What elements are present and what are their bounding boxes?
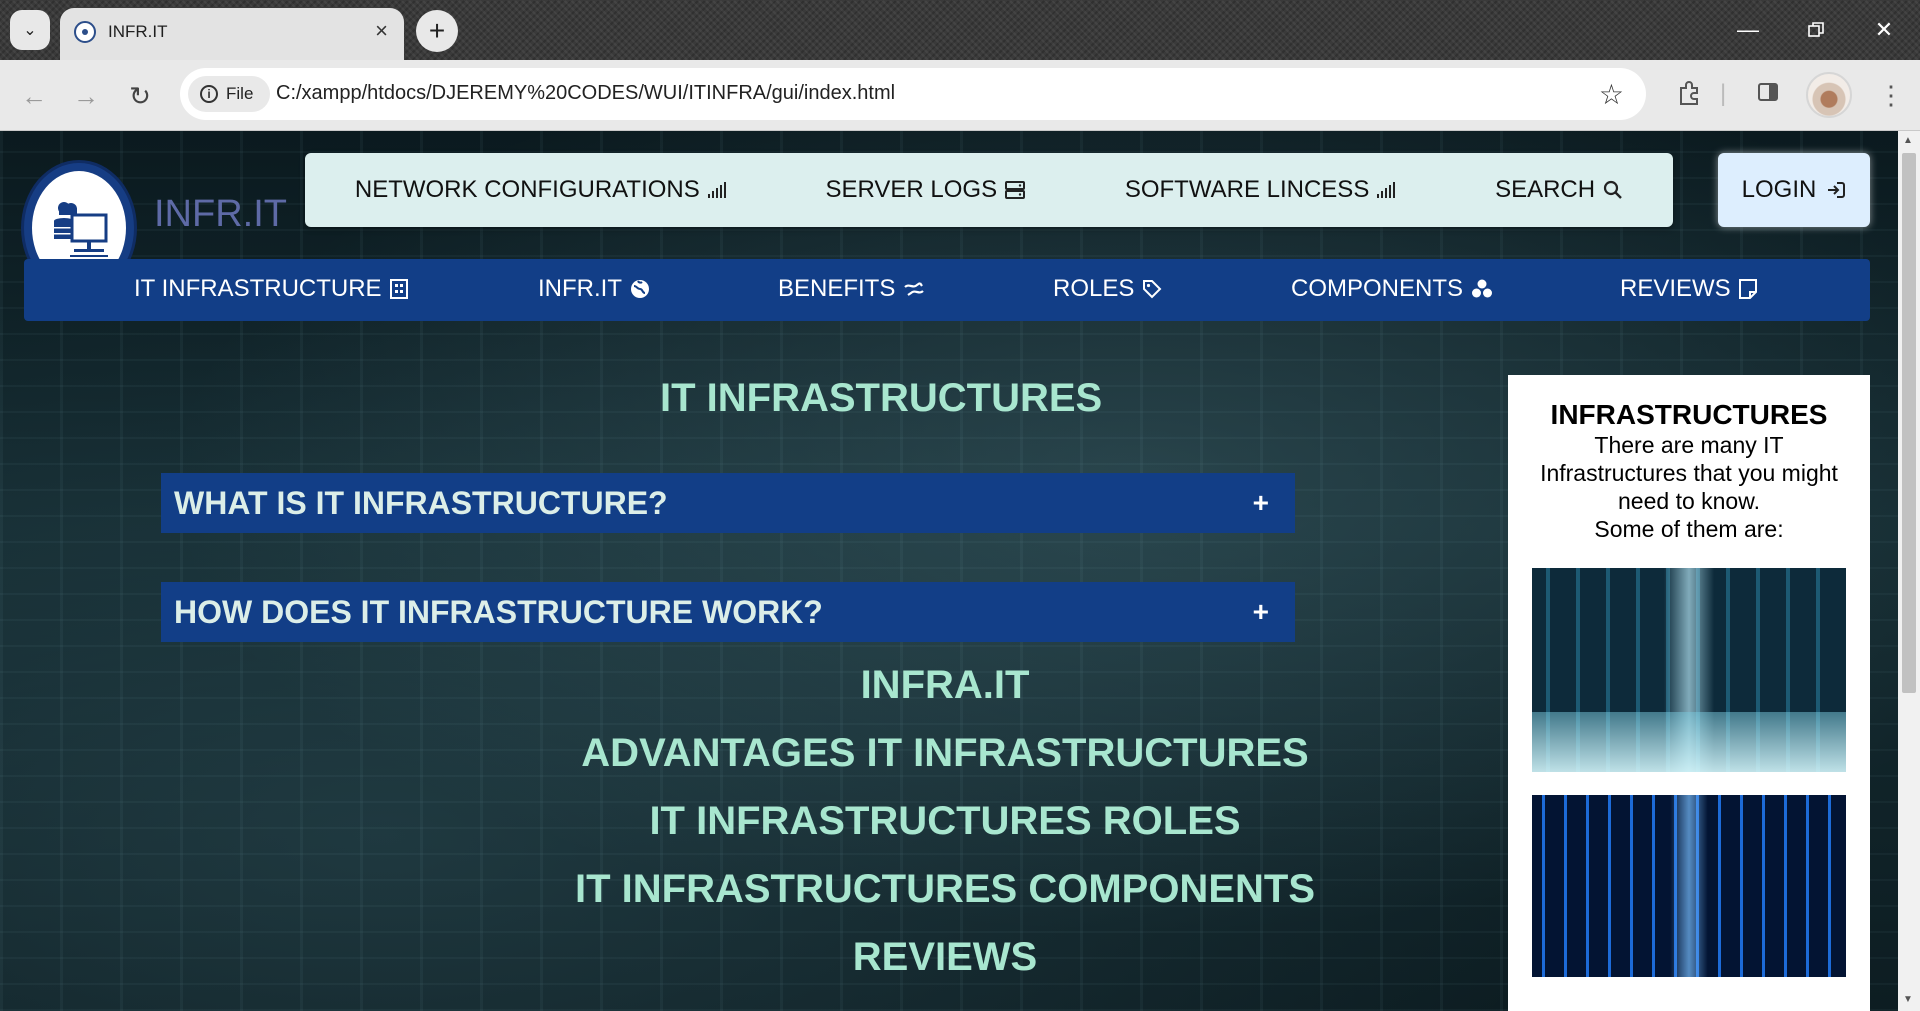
top-navigation: NETWORK CONFIGURATIONS SERVER LOGS SOFTW… — [305, 153, 1673, 227]
topnav-server-logs[interactable]: SERVER LOGS — [825, 176, 1026, 204]
infrastructure-logo-icon — [54, 202, 108, 257]
sidebar-title: INFRASTRUCTURES — [1550, 399, 1828, 430]
login-label: LOGIN — [1741, 176, 1817, 203]
datacenter-floor — [1532, 712, 1846, 772]
site-info-chip[interactable]: i File — [188, 76, 270, 112]
web-page: INFR.IT NETWORK CONFIGURATIONS SERVER LO… — [0, 131, 1898, 1011]
extensions-icon[interactable] — [1676, 80, 1702, 113]
browser-tab-strip: ⌄ INFR.IT × + — ✕ — [0, 0, 1920, 60]
arrow-right-icon: → — [73, 80, 99, 111]
url-text[interactable]: C:/xampp/htdocs/DJEREMY%20CODES/WUI/ITIN… — [276, 82, 895, 105]
nav-components[interactable]: COMPONENTS — [1291, 275, 1493, 303]
browser-toolbar: ← → ↻ i File C:/xampp/htdocs/DJEREMY%20C… — [0, 60, 1920, 131]
accordion-label: WHAT IS IT INFRASTRUCTURE? — [174, 484, 668, 521]
tag-icon — [1143, 280, 1162, 299]
scroll-down-icon[interactable]: ▼ — [1903, 994, 1913, 1005]
section-link-roles[interactable]: IT INFRASTRUCTURES ROLES — [560, 787, 1330, 855]
login-button[interactable]: LOGIN — [1718, 153, 1870, 227]
topnav-network-configurations[interactable]: NETWORK CONFIGURATIONS — [355, 176, 726, 204]
nav-reviews[interactable]: REVIEWS — [1620, 275, 1757, 303]
new-tab-button[interactable]: + — [416, 10, 458, 52]
section-link-advantages[interactable]: ADVANTAGES IT INFRASTRUCTURES — [560, 719, 1330, 787]
close-window-button[interactable]: ✕ — [1864, 12, 1904, 48]
restore-icon — [1808, 22, 1824, 37]
back-button[interactable]: ← — [18, 80, 50, 112]
infrastructures-sidebar: INFRASTRUCTURES There are many IT Infras… — [1508, 375, 1870, 1011]
restore-button[interactable] — [1796, 12, 1836, 48]
sign-in-icon — [1828, 182, 1846, 198]
topnav-label: SEARCH — [1495, 176, 1596, 203]
sidebar-text-line: Some of them are: — [1594, 516, 1784, 542]
nav-label: REVIEWS — [1620, 275, 1731, 302]
toolbar-divider: | — [1720, 80, 1727, 107]
section-link-reviews[interactable]: REVIEWS — [560, 923, 1330, 991]
server-room-image — [1532, 795, 1846, 977]
info-icon: i — [200, 85, 218, 103]
search-icon — [1603, 180, 1622, 199]
scrollbar-thumb[interactable] — [1902, 153, 1916, 693]
more-menu-icon[interactable]: ⋮ — [1878, 80, 1904, 111]
plus-icon[interactable]: + — [1253, 487, 1269, 519]
main-navigation: IT INFRASTRUCTURE INFR.IT BENEFITS ROLES… — [24, 259, 1870, 321]
nav-it-infrastructure[interactable]: IT INFRASTRUCTURE — [134, 275, 408, 303]
globe-icon — [631, 280, 649, 298]
forward-button[interactable]: → — [70, 80, 102, 112]
nav-label: INFR.IT — [538, 275, 622, 302]
nav-benefits[interactable]: BENEFITS — [778, 275, 925, 303]
accordion-label: HOW DOES IT INFRASTRUCTURE WORK? — [174, 593, 823, 630]
page-title: IT INFRASTRUCTURES — [660, 376, 1103, 420]
scroll-up-icon[interactable]: ▲ — [1903, 135, 1913, 146]
accordion-how-does-it-work[interactable]: HOW DOES IT INFRASTRUCTURE WORK? + — [161, 582, 1295, 642]
reload-icon: ↻ — [129, 80, 151, 111]
signal-bars-icon — [1377, 182, 1396, 198]
building-icon — [389, 279, 408, 299]
nav-label: COMPONENTS — [1291, 275, 1464, 302]
site-favicon-icon — [74, 21, 96, 43]
arrow-left-icon: ← — [21, 80, 47, 111]
minimize-button[interactable]: — — [1728, 12, 1768, 48]
sidebar-text-line: Infrastructures that you might — [1540, 460, 1838, 486]
section-links: INFRA.IT ADVANTAGES IT INFRASTRUCTURES I… — [560, 651, 1330, 991]
sidebar-text: There are many IT Infrastructures that y… — [1529, 431, 1849, 543]
close-tab-icon[interactable]: × — [375, 20, 388, 42]
plus-icon: + — [428, 15, 446, 46]
datacenter-image — [1532, 568, 1846, 772]
browser-tab[interactable]: INFR.IT × — [60, 8, 404, 60]
nav-label: IT INFRASTRUCTURE — [134, 275, 382, 302]
sidebar-text-line: There are many IT — [1594, 432, 1784, 458]
section-link-infra-it[interactable]: INFRA.IT — [560, 651, 1330, 719]
address-bar[interactable]: i File C:/xampp/htdocs/DJEREMY%20CODES/W… — [180, 68, 1646, 120]
plus-icon[interactable]: + — [1253, 596, 1269, 628]
exchange-icon — [904, 282, 925, 296]
topnav-label: NETWORK CONFIGURATIONS — [354, 176, 700, 203]
sidebar-text-line: need to know. — [1618, 488, 1760, 514]
minimize-icon: — — [1737, 17, 1759, 42]
topnav-label: SERVER LOGS — [825, 176, 998, 203]
signal-bars-icon — [707, 182, 726, 198]
brand-name[interactable]: INFR.IT — [154, 193, 287, 236]
server-icon — [1005, 181, 1026, 199]
reload-button[interactable]: ↻ — [124, 80, 156, 112]
profile-avatar[interactable] — [1806, 72, 1852, 118]
cubes-icon — [1472, 279, 1493, 298]
section-link-components[interactable]: IT INFRASTRUCTURES COMPONENTS — [560, 855, 1330, 923]
topnav-label: SOFTWARE LINCESS — [1124, 176, 1370, 203]
tab-search-button[interactable]: ⌄ — [10, 10, 50, 50]
topnav-search[interactable]: SEARCH — [1495, 176, 1623, 204]
nav-roles[interactable]: ROLES — [1053, 275, 1162, 303]
note-icon — [1738, 279, 1757, 299]
tab-title: INFR.IT — [108, 22, 168, 41]
close-icon: ✕ — [1874, 17, 1894, 42]
chevron-down-icon: ⌄ — [23, 22, 37, 39]
bookmark-star-icon[interactable]: ☆ — [1599, 78, 1624, 111]
nav-infr-it[interactable]: INFR.IT — [538, 275, 650, 303]
side-panel-icon[interactable] — [1756, 80, 1780, 111]
accordion-what-is-it-infrastructure[interactable]: WHAT IS IT INFRASTRUCTURE? + — [161, 473, 1295, 533]
topnav-software-licenses[interactable]: SOFTWARE LINCESS — [1124, 176, 1396, 204]
nav-label: ROLES — [1053, 275, 1135, 302]
page-scrollbar[interactable]: ▲ ▼ — [1898, 131, 1920, 1011]
nav-label: BENEFITS — [778, 275, 896, 302]
file-label: File — [226, 84, 254, 103]
